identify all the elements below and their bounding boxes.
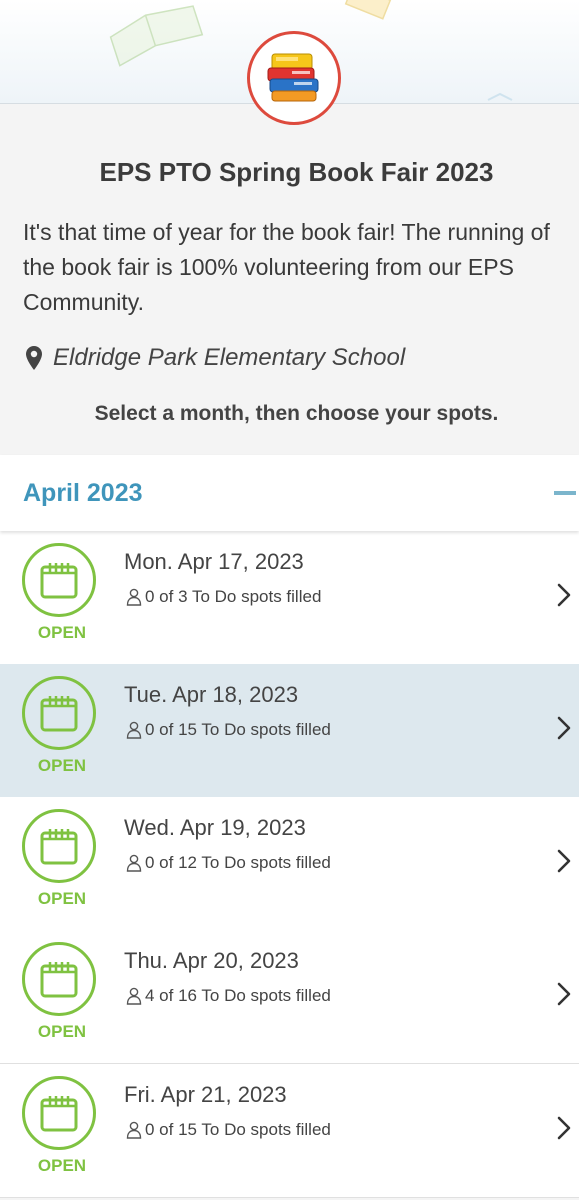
chevron-right-icon[interactable] [557,849,571,873]
date-row[interactable]: OPEN Mon. Apr 17, 2023 0 of 3 To Do spots … [0,531,579,665]
person-icon [126,721,142,739]
status-badge: OPEN [37,756,87,775]
location-name: Eldridge Park Elementary School [53,344,406,371]
chevron-right-icon[interactable] [557,583,571,607]
calendar-badge [22,1076,96,1150]
date-label: Fri. Apr 21, 2023 [124,1082,287,1107]
calendar-badge [22,676,96,750]
status-badge: OPEN [37,623,87,642]
calendar-icon [40,962,78,998]
calendar-badge [22,543,96,617]
date-row[interactable]: OPEN Wed. Apr 19, 2023 0 of 12 To Do spots… [0,797,579,931]
spots-info: 0 of 15 To Do spots filled [126,1120,331,1140]
calendar-icon [40,829,78,865]
month-accordion-header[interactable]: April 2023 [0,455,579,531]
status-badge: OPEN [37,1156,87,1175]
person-icon [126,588,142,606]
spots-info: 4 of 16 To Do spots filled [126,986,331,1006]
status-badge: OPEN [37,1022,87,1041]
date-label: Tue. Apr 18, 2023 [124,682,299,707]
person-icon [126,854,142,872]
date-label: Mon. Apr 17, 2023 [124,549,304,574]
spots-info: 0 of 3 To Do spots filled [126,587,321,607]
date-row[interactable]: OPEN Thu. Apr 20, 2023 4 of 16 To Do spots… [0,930,579,1064]
spots-text: 0 of 15 To Do spots filled [145,1120,331,1139]
month-label: April 2023 [23,479,143,507]
person-icon [126,987,142,1005]
date-label: Thu. Apr 20, 2023 [124,948,299,973]
spots-text: 0 of 3 To Do spots filled [145,587,322,606]
status-badge: OPEN [37,889,87,908]
date-row[interactable]: OPEN Fri. Apr 21, 2023 0 of 15 To Do spots… [0,1064,579,1198]
instruction-text: Select a month, then choose your spots. [94,402,499,425]
spots-info: 0 of 15 To Do spots filled [126,720,331,740]
date-label: Wed. Apr 19, 2023 [124,815,306,840]
event-logo [247,31,341,125]
map-pin-icon [26,346,42,370]
calendar-badge [22,942,96,1016]
books-stack-icon [267,53,319,102]
chevron-right-icon[interactable] [557,716,571,740]
spots-info: 0 of 12 To Do spots filled [126,853,331,873]
person-icon [126,1121,142,1139]
calendar-icon [40,696,78,732]
event-title: EPS PTO Spring Book Fair 2023 [99,157,494,187]
event-description: It's that time of year for the book fair… [23,219,550,315]
event-location: Eldridge Park Elementary School [25,344,405,372]
date-row[interactable]: OPEN Tue. Apr 18, 2023 0 of 15 To Do spots… [0,664,579,798]
spots-text: 0 of 12 To Do spots filled [145,853,331,872]
chevron-right-icon[interactable] [557,982,571,1006]
spots-text: 4 of 16 To Do spots filled [145,986,331,1005]
calendar-icon [40,563,78,599]
spots-text: 0 of 15 To Do spots filled [145,720,331,739]
minus-icon[interactable] [554,491,576,495]
calendar-icon [40,1096,78,1132]
calendar-badge [22,809,96,883]
chevron-right-icon[interactable] [557,1116,571,1140]
